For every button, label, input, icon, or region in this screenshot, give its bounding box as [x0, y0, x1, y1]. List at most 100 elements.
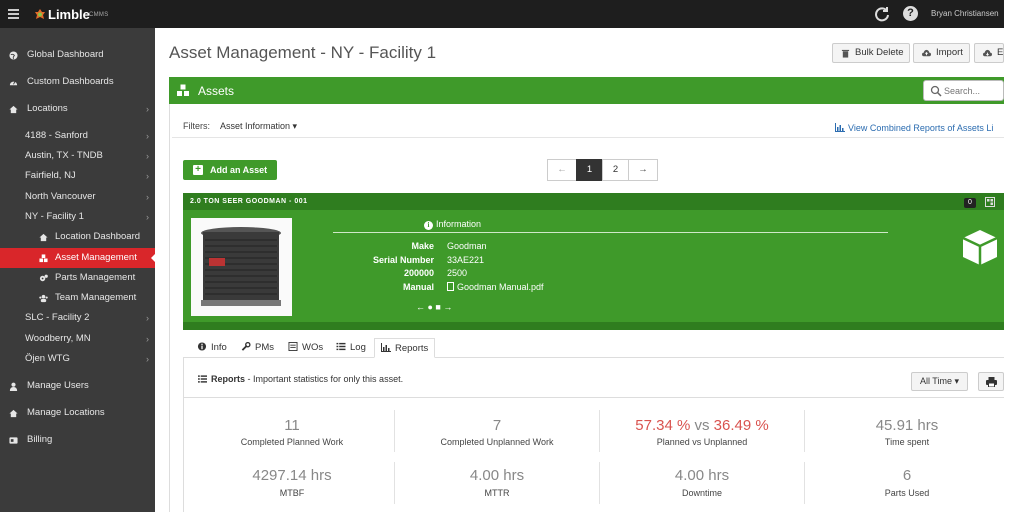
- sidebar-item-manage-locations[interactable]: Manage Locations: [0, 403, 155, 423]
- search-box[interactable]: [923, 80, 1004, 101]
- tab-label: PMs: [255, 342, 274, 353]
- sidebar-item-austin[interactable]: Austin, TX - TNDB ›: [0, 146, 155, 166]
- image-carousel-controls[interactable]: ← ● ■ →: [416, 302, 452, 312]
- tab-pms[interactable]: PMs: [241, 338, 274, 358]
- sidebar-item-label: North Vancouver: [25, 191, 96, 202]
- print-icon: [986, 377, 997, 387]
- asset-name[interactable]: 2.0 TON SEER GOODMAN - 001: [190, 198, 308, 205]
- asset-image[interactable]: [191, 218, 292, 316]
- user-name[interactable]: Bryan Christiansen: [931, 9, 999, 18]
- sidebar-item-ny-facility-1[interactable]: NY - Facility 1 ›: [0, 207, 155, 227]
- sidebar-item-north-vancouver[interactable]: North Vancouver ›: [0, 187, 155, 207]
- time-range-label: All Time: [919, 376, 952, 386]
- reports-description: Reports - Important statistics for only …: [198, 374, 403, 384]
- sidebar-item-fairfield[interactable]: Fairfield, NJ ›: [0, 166, 155, 186]
- sidebar-item-label: Manage Locations: [27, 407, 105, 418]
- user-icon: [9, 382, 18, 391]
- manual-file-link[interactable]: Goodman Manual.pdf: [447, 282, 544, 292]
- stat-divider: [804, 410, 805, 452]
- top-bar: Limble CMMS ? Bryan Christiansen: [0, 0, 1004, 28]
- list-icon: [198, 375, 207, 383]
- sidebar-item-ojen-wtg[interactable]: Öjen WTG ›: [0, 349, 155, 369]
- sidebar-item-team-management[interactable]: Team Management: [0, 288, 155, 308]
- add-asset-label: Add an Asset: [210, 165, 268, 175]
- sidebar-item-label: Billing: [27, 434, 53, 445]
- qr-code-icon[interactable]: [985, 197, 995, 207]
- bar-chart-icon: [381, 343, 391, 352]
- sidebar-item-4188-sanford[interactable]: 4188 - Sanford ›: [0, 126, 155, 146]
- limble-logo-icon: [35, 9, 45, 19]
- tab-label: Log: [350, 342, 366, 353]
- tab-reports[interactable]: Reports: [374, 338, 436, 358]
- chevron-right-icon: ›: [146, 171, 149, 181]
- chevron-right-icon: ›: [146, 104, 149, 114]
- view-combined-reports-link[interactable]: View Combined Reports of Assets Li: [835, 123, 993, 133]
- reports-title: Reports: [211, 374, 246, 384]
- sidebar-item-label: Asset Management: [55, 252, 137, 263]
- information-heading-label: Information: [436, 219, 482, 229]
- panel-border: [169, 104, 170, 512]
- page-title: Asset Management - NY - Facility 1: [169, 43, 437, 62]
- field-value-serial-number: 33AE221: [447, 255, 485, 265]
- tab-label: Reports: [395, 343, 429, 354]
- add-asset-button[interactable]: + Add an Asset: [183, 160, 277, 180]
- hamburger-menu-icon[interactable]: [8, 9, 19, 19]
- planned-percent: 57.34 %: [635, 417, 691, 434]
- sidebar-item-label: Öjen WTG: [25, 353, 70, 364]
- filters-dropdown[interactable]: Asset Information ▾: [220, 121, 297, 132]
- sidebar-item-manage-users[interactable]: Manage Users: [0, 376, 155, 396]
- sidebar-item-asset-management[interactable]: Asset Management: [0, 248, 156, 268]
- bulk-delete-button[interactable]: Bulk Delete: [832, 43, 910, 63]
- stat-divider: [599, 410, 600, 452]
- pagination-page-1[interactable]: 1: [576, 159, 603, 181]
- team-icon: [39, 294, 48, 303]
- tab-info[interactable]: Info: [197, 338, 227, 358]
- tab-wos[interactable]: WOs: [288, 338, 323, 358]
- print-button[interactable]: [978, 372, 1004, 391]
- stat-parts-used-label: Parts Used: [884, 488, 930, 498]
- sidebar-item-locations[interactable]: Locations ›: [0, 99, 155, 119]
- pagination-next-button[interactable]: →: [628, 159, 658, 181]
- gears-icon: [39, 274, 48, 282]
- cubes-icon: [39, 254, 48, 263]
- sidebar-item-slc-facility-2[interactable]: SLC - Facility 2 ›: [0, 308, 155, 328]
- divider: [172, 137, 1004, 138]
- app-logo[interactable]: Limble: [48, 7, 90, 22]
- sidebar-item-billing[interactable]: Billing: [0, 430, 155, 450]
- tab-log[interactable]: Log: [336, 338, 366, 358]
- time-range-dropdown[interactable]: All Time ▾: [911, 372, 968, 391]
- home-icon: [39, 233, 48, 242]
- sidebar-item-label: NY - Facility 1: [25, 211, 84, 222]
- view-combined-reports-label: View Combined Reports of Assets Li: [848, 123, 994, 133]
- chevron-right-icon: ›: [146, 313, 149, 323]
- stat-divider: [394, 462, 395, 504]
- home-icon: [9, 105, 18, 114]
- work-order-icon: [288, 342, 298, 351]
- export-button[interactable]: E: [974, 43, 1004, 63]
- stat-divider: [394, 410, 395, 452]
- stat-mtbf-label: MTBF: [279, 488, 305, 498]
- refresh-icon[interactable]: [874, 6, 890, 22]
- window-edge: [1004, 0, 1024, 512]
- sidebar-item-parts-management[interactable]: Parts Management: [0, 268, 155, 288]
- sidebar-item-label: Team Management: [55, 292, 137, 303]
- pagination-prev-button[interactable]: ←: [547, 159, 577, 181]
- help-icon[interactable]: ?: [903, 6, 918, 21]
- search-input[interactable]: [944, 84, 1002, 98]
- pagination-page-2[interactable]: 2: [602, 159, 629, 181]
- stat-time-spent-value: 45.91 hrs: [875, 417, 939, 434]
- chevron-right-icon: ›: [146, 192, 149, 202]
- sidebar-item-location-dashboard[interactable]: Location Dashboard: [0, 227, 155, 247]
- stat-planned-vs-unplanned-label: Planned vs Unplanned: [656, 437, 748, 447]
- cloud-upload-icon: [922, 49, 931, 57]
- stat-completed-planned-label: Completed Planned Work: [240, 437, 344, 447]
- sidebar-item-custom-dashboards[interactable]: Custom Dashboards: [0, 72, 155, 92]
- filters-dropdown-label: Asset Information: [220, 121, 291, 131]
- chevron-right-icon: ›: [146, 212, 149, 222]
- cube-icon: [962, 230, 998, 265]
- tab-label: Info: [211, 342, 227, 353]
- import-button[interactable]: Import: [913, 43, 970, 63]
- sidebar-item-global-dashboard[interactable]: Global Dashboard: [0, 45, 155, 65]
- sidebar-item-woodberry[interactable]: Woodberry, MN ›: [0, 329, 155, 349]
- stat-completed-unplanned-label: Completed Unplanned Work: [440, 437, 554, 447]
